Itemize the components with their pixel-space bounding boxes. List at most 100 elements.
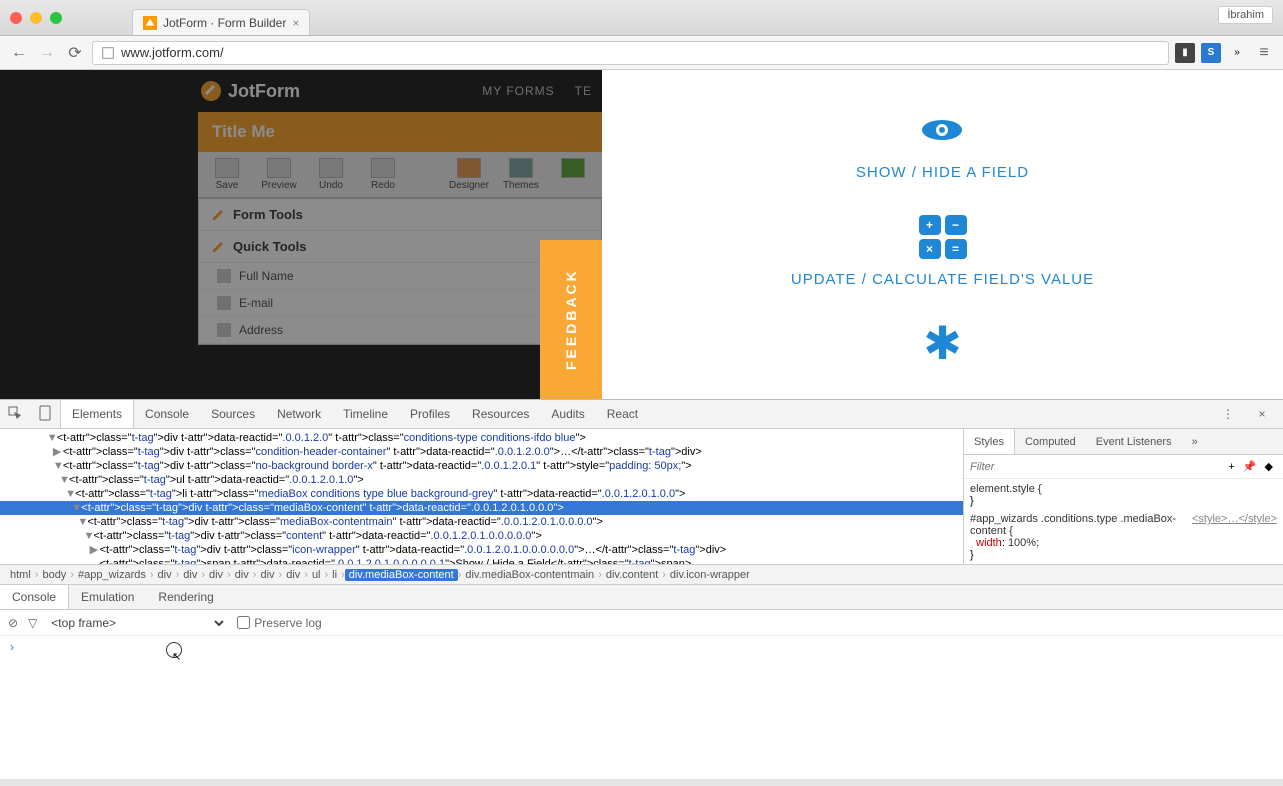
breadcrumb-item[interactable]: body: [38, 569, 70, 581]
styles-tab-listeners[interactable]: Event Listeners: [1086, 429, 1182, 454]
breadcrumb-item[interactable]: div: [179, 569, 201, 581]
condition-calculate[interactable]: +− ×= UPDATE / CALCULATE FIELD'S VALUE: [791, 217, 1094, 288]
pencil-icon: [211, 208, 225, 222]
jotform-logo[interactable]: JotForm: [200, 80, 300, 102]
console-output[interactable]: › ↖: [0, 636, 1283, 779]
download-icon: [561, 158, 585, 178]
styles-filter-input[interactable]: [970, 461, 1224, 473]
dom-node[interactable]: ▼<t-attr">class="t-tag">ul t-attr">data-…: [0, 473, 963, 487]
window-maximize-button[interactable]: [50, 12, 62, 24]
condition-label: SHOW / HIDE A FIELD: [856, 164, 1029, 181]
feedback-tab[interactable]: FEEDBACK: [540, 240, 602, 399]
breadcrumb-item[interactable]: div: [282, 569, 304, 581]
window-close-button[interactable]: [10, 12, 22, 24]
themes-button[interactable]: Themes: [500, 158, 542, 191]
dom-node[interactable]: ▼<t-attr">class="t-tag">div t-attr">clas…: [0, 515, 963, 529]
styles-rules[interactable]: element.style { } <style>…</style>#app_w…: [964, 479, 1283, 564]
dom-node[interactable]: <t-attr">class="t-tag">span t-attr">data…: [0, 557, 963, 564]
inspect-element-icon[interactable]: [0, 406, 30, 423]
pin-icon[interactable]: 📌: [1239, 460, 1261, 473]
new-rule-icon[interactable]: +: [1224, 461, 1238, 473]
nav-item[interactable]: TE: [575, 84, 592, 98]
form-title[interactable]: Title Me: [198, 112, 602, 152]
forward-button[interactable]: →: [36, 42, 58, 64]
breadcrumb-item[interactable]: ul: [308, 569, 325, 581]
url-toolbar: ← → ⟳ www.jotform.com/ ▮ S » ≡: [0, 36, 1283, 70]
preserve-log-checkbox[interactable]: Preserve log: [237, 616, 321, 630]
dom-node[interactable]: ▼<t-attr">class="t-tag">div t-attr">clas…: [0, 459, 963, 473]
tab-network[interactable]: Network: [266, 400, 332, 428]
drawer-tab-console[interactable]: Console: [0, 585, 69, 609]
drawer-tab-rendering[interactable]: Rendering: [146, 585, 225, 609]
tab-sources[interactable]: Sources: [200, 400, 266, 428]
tab-title: JotForm · Form Builder: [163, 16, 286, 30]
breadcrumb-item[interactable]: div: [154, 569, 176, 581]
dom-node[interactable]: ▼<t-attr">class="t-tag">div t-attr">clas…: [0, 501, 963, 515]
breadcrumb-item[interactable]: #app_wizards: [74, 569, 150, 581]
extension-icon[interactable]: ▮: [1175, 43, 1195, 63]
browser-tab[interactable]: JotForm · Form Builder ×: [132, 9, 310, 35]
breadcrumb-item[interactable]: div.content: [602, 569, 662, 581]
preview-button[interactable]: Preview: [258, 158, 300, 191]
tab-timeline[interactable]: Timeline: [332, 400, 399, 428]
tab-console[interactable]: Console: [134, 400, 200, 428]
extension-icon[interactable]: S: [1201, 43, 1221, 63]
filter-icon[interactable]: ▽: [28, 616, 37, 630]
breadcrumb-item[interactable]: li: [328, 569, 341, 581]
chrome-profile-badge[interactable]: İbrahim: [1218, 6, 1273, 24]
breadcrumb-item[interactable]: div: [231, 569, 253, 581]
chrome-menu-icon[interactable]: ≡: [1253, 42, 1275, 64]
styles-tab-computed[interactable]: Computed: [1015, 429, 1086, 454]
toggle-icon[interactable]: ◆: [1261, 460, 1277, 473]
breadcrumb-item[interactable]: div.mediaBox-content: [345, 569, 458, 581]
extra-button[interactable]: [552, 158, 594, 191]
redo-button[interactable]: Redo: [362, 158, 404, 191]
condition-required[interactable]: ✱: [923, 324, 962, 364]
tab-profiles[interactable]: Profiles: [399, 400, 461, 428]
tab-elements[interactable]: Elements: [60, 400, 134, 428]
dom-breadcrumb[interactable]: html›body›#app_wizards›div›div›div›div›d…: [0, 564, 1283, 584]
address-bar[interactable]: www.jotform.com/: [92, 41, 1169, 65]
drawer-tab-emulation[interactable]: Emulation: [69, 585, 146, 609]
condition-show-hide[interactable]: SHOW / HIDE A FIELD: [856, 110, 1029, 181]
breadcrumb-item[interactable]: div.icon-wrapper: [666, 569, 754, 581]
devtools-menu-icon[interactable]: ⋮: [1213, 407, 1243, 421]
devtools-close-icon[interactable]: ×: [1247, 407, 1277, 421]
styles-tab-more-icon[interactable]: »: [1182, 429, 1208, 454]
reload-button[interactable]: ⟳: [64, 42, 86, 64]
tab-audits[interactable]: Audits: [540, 400, 595, 428]
save-button[interactable]: Save: [206, 158, 248, 191]
window-titlebar: JotForm · Form Builder × İbrahim: [0, 0, 1283, 36]
frame-select[interactable]: <top frame>: [47, 615, 227, 631]
clear-console-icon[interactable]: ⊘: [8, 616, 18, 630]
breadcrumb-item[interactable]: div: [256, 569, 278, 581]
tab-resources[interactable]: Resources: [461, 400, 540, 428]
tab-close-icon[interactable]: ×: [292, 16, 299, 30]
mail-icon: [217, 296, 231, 310]
dom-node[interactable]: ▼<t-attr">class="t-tag">div t-attr">clas…: [0, 529, 963, 543]
undo-button[interactable]: Undo: [310, 158, 352, 191]
styles-pane: Styles Computed Event Listeners » + 📌 ◆ …: [963, 429, 1283, 564]
conditions-panel: SHOW / HIDE A FIELD +− ×= UPDATE / CALCU…: [602, 70, 1283, 399]
dom-node[interactable]: ▶<t-attr">class="t-tag">div t-attr">clas…: [0, 543, 963, 557]
dom-node[interactable]: ▶<t-attr">class="t-tag">div t-attr">clas…: [0, 445, 963, 459]
nav-myforms[interactable]: MY FORMS: [482, 84, 554, 98]
logo-icon: [200, 80, 222, 102]
extension-overflow-icon[interactable]: »: [1227, 43, 1247, 63]
console-prompt-icon: ›: [10, 640, 14, 654]
breadcrumb-item[interactable]: div: [205, 569, 227, 581]
designer-button[interactable]: Designer: [448, 158, 490, 191]
tab-react[interactable]: React: [596, 400, 649, 428]
section-form-tools[interactable]: Form Tools: [199, 199, 601, 231]
window-minimize-button[interactable]: [30, 12, 42, 24]
calculator-icon: +− ×=: [919, 215, 967, 259]
back-button[interactable]: ←: [8, 42, 30, 64]
breadcrumb-item[interactable]: html: [6, 569, 35, 581]
device-mode-icon[interactable]: [30, 405, 60, 424]
elements-dom-tree[interactable]: ▼<t-attr">class="t-tag">div t-attr">data…: [0, 429, 963, 564]
dom-node[interactable]: ▼<t-attr">class="t-tag">li t-attr">class…: [0, 487, 963, 501]
dom-node[interactable]: ▼<t-attr">class="t-tag">div t-attr">data…: [0, 431, 963, 445]
breadcrumb-item[interactable]: div.mediaBox-contentmain: [461, 569, 598, 581]
jotform-app-dimmed: JotForm MY FORMS TE Title Me Save Previe…: [0, 70, 602, 399]
styles-tab-styles[interactable]: Styles: [964, 429, 1015, 454]
